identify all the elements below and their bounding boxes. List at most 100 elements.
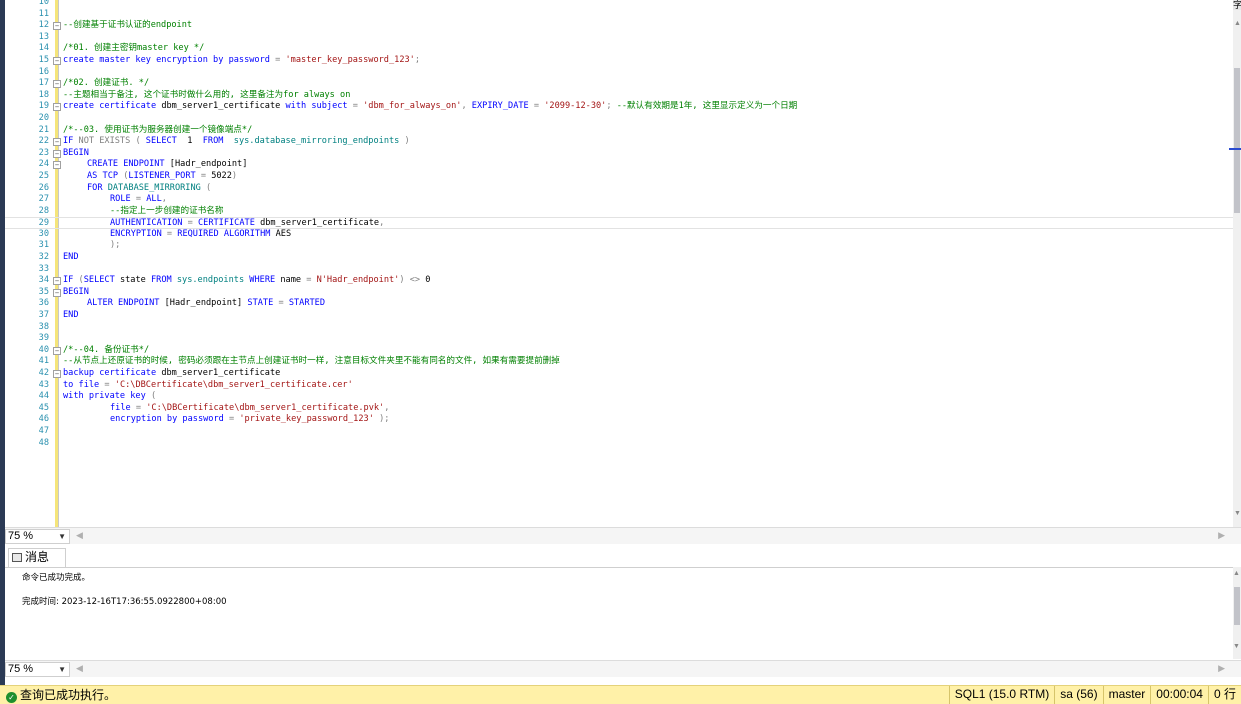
editor-zoom-select[interactable]: 75 % ▼ <box>5 529 70 544</box>
code-line[interactable]: 14 /*01. 创建主密钥master key */ <box>5 43 1233 55</box>
code-text: END <box>63 252 79 264</box>
code-line[interactable]: 15− create master key encryption by passw… <box>5 55 1233 67</box>
code-line[interactable]: 29 AUTHENTICATION = CERTIFICATE dbm_serve… <box>5 217 1233 229</box>
code-line[interactable]: 25 AS TCP (LISTENER_PORT = 5022) <box>5 171 1233 183</box>
status-elapsed: 00:00:04 <box>1150 686 1208 704</box>
hscroll-left-arrow-icon[interactable]: ◀ <box>76 663 83 674</box>
scroll-up-arrow-icon[interactable]: ▲ <box>1234 20 1241 27</box>
code-token: = <box>278 298 289 309</box>
collapse-toggle-icon[interactable]: − <box>53 346 61 355</box>
code-token: sys.database_mirroring_endpoints <box>233 136 405 147</box>
status-message: ✓ 查询已成功执行。 <box>6 687 116 704</box>
collapse-toggle-icon[interactable]: − <box>53 80 61 89</box>
chevron-down-icon[interactable]: ▼ <box>58 663 66 676</box>
scroll-down-arrow-icon[interactable]: ▼ <box>1233 643 1240 650</box>
hscroll-right-arrow-icon[interactable]: ▶ <box>1218 663 1225 674</box>
collapse-toggle-icon[interactable]: − <box>53 56 61 65</box>
code-line[interactable]: 39 <box>5 333 1233 345</box>
code-line[interactable]: 48 <box>5 438 1233 450</box>
code-line[interactable]: 24− CREATE ENDPOINT [Hadr_endpoint] <box>5 159 1233 171</box>
code-token: ) <box>404 136 410 147</box>
code-line[interactable]: 42− backup certificate dbm_server1_certif… <box>5 368 1233 380</box>
query-editor[interactable]: 10 11 12− --创建基于证书认证的endpoint 13 14/*01. 创建主密… <box>5 0 1233 527</box>
code-line[interactable]: 22− IF NOT EXISTS ( SELECT 1 FROM sys.dat… <box>5 136 1233 148</box>
code-text: with private key ( <box>63 391 156 403</box>
code-line[interactable]: 34− IF (SELECT state FROM sys.endpoints W… <box>5 275 1233 287</box>
code-line[interactable]: 32 END <box>5 252 1233 264</box>
collapse-toggle-icon[interactable]: − <box>53 149 61 158</box>
line-number: 34 <box>38 275 49 286</box>
messages-vertical-scrollbar[interactable]: ▲ ▼ <box>1233 567 1241 659</box>
code-line[interactable]: 46 encryption by password = 'private_key_… <box>5 414 1233 426</box>
code-line[interactable]: 40−/*--04. 备份证书*/ <box>5 345 1233 357</box>
code-line[interactable]: 38 <box>5 322 1233 334</box>
code-line[interactable]: 23− BEGIN <box>5 148 1233 160</box>
messages-scroll-thumb[interactable] <box>1234 587 1240 625</box>
code-line[interactable]: 41 --从节点上还原证书的时候, 密码必须跟在主节点上创建证书时一样, 注意目标… <box>5 356 1233 368</box>
code-line[interactable]: 10 <box>5 0 1233 9</box>
code-token: = <box>533 101 545 112</box>
code-line[interactable]: 28 --指定上一步创建的证书名称 <box>5 206 1233 218</box>
code-line[interactable]: 19− create certificate dbm_server1_certif… <box>5 101 1233 113</box>
code-line[interactable]: 27 ROLE = ALL, <box>5 194 1233 206</box>
code-token: ; <box>606 101 617 112</box>
code-line[interactable]: 30 ENCRYPTION = REQUIRED ALGORITHM AES <box>5 229 1233 241</box>
line-number: 18 <box>38 89 49 100</box>
code-line[interactable]: 37 END <box>5 310 1233 322</box>
code-token: ( <box>206 182 212 193</box>
code-text: IF (SELECT state FROM sys.endpoints WHER… <box>63 275 430 287</box>
collapse-toggle-icon[interactable]: − <box>53 103 61 112</box>
code-line[interactable]: 21 /*--03. 使用证书为服务器创建一个镜像端点*/ <box>5 125 1233 137</box>
code-line[interactable]: 44 with private key ( <box>5 391 1233 403</box>
status-server: SQL1 (15.0 RTM) <box>948 686 1054 704</box>
code-line[interactable]: 13 <box>5 32 1233 44</box>
collapse-toggle-icon[interactable]: − <box>53 288 61 297</box>
code-line[interactable]: 45 file = 'C:\DBCertificate\dbm_server1_c… <box>5 403 1233 415</box>
code-token: END <box>63 310 79 321</box>
editor-scroll-thumb[interactable] <box>1234 68 1240 213</box>
code-token: FROM <box>202 136 234 147</box>
collapse-toggle-icon[interactable]: − <box>53 22 61 31</box>
code-token: ROLE <box>110 194 136 205</box>
code-text: ALTER ENDPOINT [Hadr_endpoint] STATE = S… <box>87 298 325 310</box>
code-line[interactable]: 47 <box>5 426 1233 438</box>
code-line[interactable]: 20 <box>5 113 1233 125</box>
code-line[interactable]: 17−/*02. 创建证书. */ <box>5 78 1233 90</box>
code-line[interactable]: 16 <box>5 67 1233 79</box>
code-text: BEGIN <box>63 148 89 160</box>
collapse-toggle-icon[interactable]: − <box>53 161 61 170</box>
code-text: /*01. 创建主密钥master key */ <box>63 43 204 55</box>
code-line[interactable]: 36 ALTER ENDPOINT [Hadr_endpoint] STATE =… <box>5 298 1233 310</box>
status-user: sa (56) <box>1054 686 1102 704</box>
code-line[interactable]: 26 FOR DATABASE_MIRRORING ( <box>5 183 1233 195</box>
code-token: with subject <box>285 101 353 112</box>
hscroll-left-arrow-icon[interactable]: ◀ <box>76 530 83 541</box>
code-token: /*--04. 备份证书*/ <box>63 344 150 355</box>
scroll-down-arrow-icon[interactable]: ▼ <box>1234 510 1241 517</box>
code-token: 5022 <box>211 170 232 181</box>
line-number: 32 <box>38 252 49 263</box>
collapse-toggle-icon[interactable]: − <box>53 138 61 147</box>
code-token: ALL <box>146 194 162 205</box>
chevron-down-icon[interactable]: ▼ <box>58 530 66 543</box>
scroll-up-arrow-icon[interactable]: ▲ <box>1233 570 1240 577</box>
code-line[interactable]: 12− --创建基于证书认证的endpoint <box>5 20 1233 32</box>
messages-zoom-select[interactable]: 75 % ▼ <box>5 662 70 677</box>
code-line[interactable]: 31); <box>5 240 1233 252</box>
collapse-toggle-icon[interactable]: − <box>53 370 61 378</box>
code-token: '2099-12-30' <box>544 101 607 112</box>
line-number: 43 <box>38 379 49 390</box>
code-line[interactable]: 33 <box>5 264 1233 276</box>
tab-messages[interactable]: 消息 <box>8 548 66 567</box>
code-token: file <box>110 402 136 413</box>
code-line[interactable]: 43 to file = 'C:\DBCertificate\dbm_server… <box>5 380 1233 392</box>
collapse-toggle-icon[interactable]: − <box>53 277 61 286</box>
code-line[interactable]: 18 --主题相当于备注, 这个证书时做什么用的, 这里备注为for always… <box>5 90 1233 102</box>
messages-pane[interactable]: 命令已成功完成。 完成时间: 2023-12-16T17:36:55.09228… <box>5 567 1233 659</box>
code-token: SELECT <box>83 275 120 286</box>
code-lines[interactable]: 10 11 12− --创建基于证书认证的endpoint 13 14/*01. 创建主密… <box>5 0 1233 449</box>
code-line[interactable]: 35− BEGIN <box>5 287 1233 299</box>
hscroll-right-arrow-icon[interactable]: ▶ <box>1218 530 1225 541</box>
code-line[interactable]: 11 <box>5 9 1233 21</box>
editor-vertical-scrollbar[interactable]: ▲ ▼ <box>1233 0 1241 527</box>
